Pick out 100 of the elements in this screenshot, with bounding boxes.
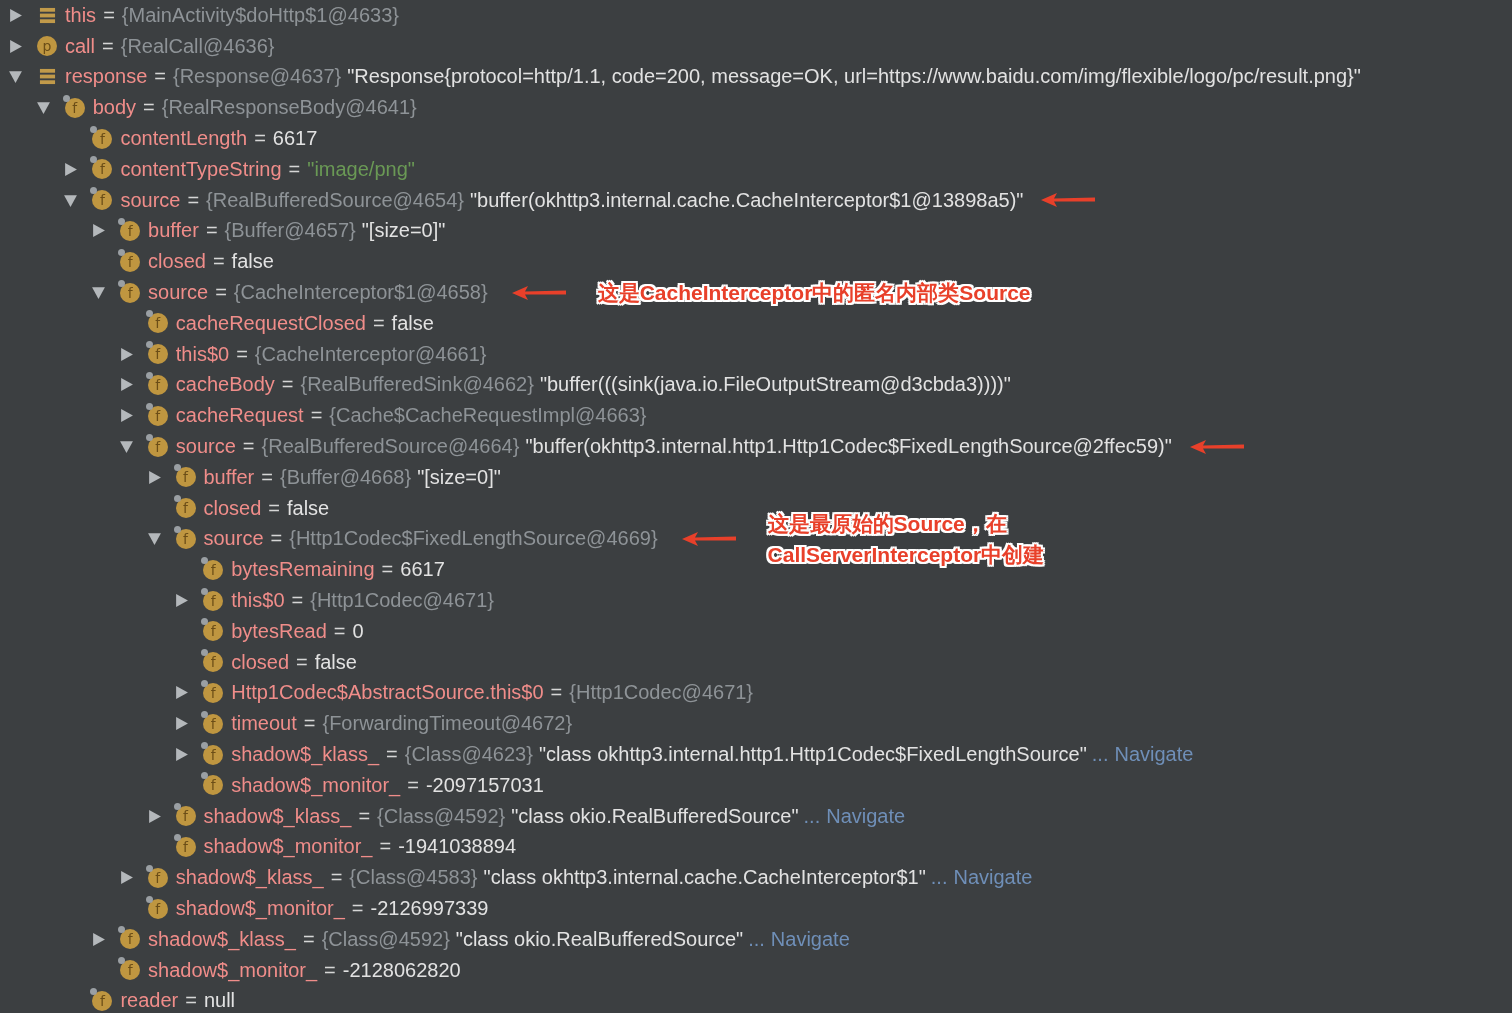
variable-name: this [65, 3, 97, 27]
field-icon: f [175, 528, 196, 549]
expand-toggle[interactable] [174, 593, 190, 609]
expand-toggle[interactable] [91, 223, 107, 239]
navigate-link[interactable]: Navigate [1114, 743, 1194, 766]
navigate-link[interactable]: Navigate [953, 866, 1033, 890]
object-type: {MainActivity$doHttp$1@4633} [121, 3, 399, 27]
ellipsis: ... [930, 866, 948, 890]
equals-sign: = [187, 188, 200, 212]
parameter-icon: p [37, 36, 57, 57]
expand-toggle[interactable] [118, 346, 134, 362]
expand-toggle[interactable] [91, 285, 107, 301]
variable-name: shadow$_monitor_ [175, 897, 345, 920]
expand-toggle[interactable] [118, 377, 134, 393]
equals-sign: = [333, 619, 346, 643]
variable-name: source [120, 188, 181, 212]
equals-sign: = [379, 835, 392, 859]
object-type: {Class@4592} [321, 927, 450, 951]
variable-value: false [391, 311, 434, 335]
equals-sign: = [185, 989, 197, 1013]
expand-toggle[interactable] [35, 100, 51, 116]
expand-toggle[interactable] [146, 469, 162, 485]
expand-toggle[interactable] [146, 531, 162, 547]
variable-value: "image/png" [307, 157, 415, 181]
field-icon: f [175, 806, 196, 827]
navigate-link[interactable]: Navigate [770, 927, 850, 951]
variable-value: "Response{protocol=http/1.1, code=200, message=OK, url=https://www.baidu.com/img/flexible/logo/pc/result.png}" [347, 65, 1361, 89]
expand-toggle[interactable] [174, 747, 190, 762]
variable-value: 0 [352, 619, 364, 643]
equals-sign: = [261, 465, 273, 489]
variable-value: null [203, 989, 236, 1013]
expand-toggle[interactable] [174, 685, 190, 701]
variable-name: contentTypeString [120, 157, 282, 181]
expand-toggle[interactable] [146, 808, 162, 824]
field-icon: f [203, 744, 224, 765]
variable-value: -2128062820 [342, 958, 461, 982]
equals-sign: = [381, 558, 394, 582]
variable-name: contentLength [120, 127, 248, 151]
variable-name: closed [203, 496, 262, 520]
field-icon: f [147, 313, 168, 334]
variable-value: -2126997339 [370, 897, 489, 920]
field-icon: f [203, 590, 224, 611]
equals-sign: = [215, 281, 227, 305]
equals-sign: = [103, 3, 115, 27]
object-type: {CacheInterceptor@4661} [254, 342, 487, 366]
equals-sign: = [386, 743, 398, 766]
object-type: {Http1Codec@4671} [569, 681, 754, 705]
object-type: {CacheInterceptor$1@4658} [233, 281, 488, 305]
field-icon: f [203, 713, 224, 734]
variable-name: shadow$_klass_ [203, 804, 352, 828]
navigate-link[interactable]: Navigate [826, 804, 906, 828]
equals-sign: = [372, 311, 385, 335]
equals-sign: = [288, 157, 301, 181]
equals-sign: = [236, 342, 248, 366]
variable-value: "class okhttp3.internal.cache.CacheInterceptor$1" [483, 866, 926, 890]
variable-name: shadow$_monitor_ [231, 773, 401, 797]
variable-name: buffer [203, 465, 255, 489]
equals-sign: = [205, 219, 218, 243]
equals-sign: = [310, 404, 323, 428]
equals-sign: = [330, 866, 343, 890]
variable-value: -1941038894 [398, 835, 517, 859]
object-type: {Http1Codec$FixedLengthSource@4669} [289, 527, 658, 551]
equals-sign: = [281, 373, 294, 397]
variable-name: source [203, 527, 264, 551]
variable-name: closed [231, 650, 289, 674]
variable-value: 6617 [272, 127, 318, 151]
field-icon: f [203, 652, 224, 673]
expand-toggle[interactable] [8, 69, 23, 85]
expand-toggle[interactable] [8, 7, 23, 23]
field-icon: f [92, 159, 113, 180]
expand-toggle[interactable] [8, 38, 23, 54]
expand-toggle[interactable] [91, 931, 107, 947]
object-type: {Http1Codec@4671} [310, 589, 495, 613]
expand-toggle[interactable] [118, 870, 134, 886]
variable-name: source [148, 281, 209, 305]
object-type: {Cache$CacheRequestImpl@4663} [329, 404, 647, 428]
variable-value: false [231, 250, 274, 274]
variable-name: source [175, 435, 236, 459]
variable-name: buffer [148, 219, 199, 243]
annotation-note: 这是CacheInterceptor中的匿名内部类Source [597, 280, 1031, 307]
expand-toggle[interactable] [63, 161, 79, 177]
ellipsis: ... [1091, 743, 1109, 766]
equals-sign: = [302, 927, 315, 951]
equals-sign: = [102, 34, 114, 58]
equals-sign: = [351, 897, 364, 920]
equals-sign: = [291, 589, 304, 613]
variable-name: body [92, 96, 137, 120]
object-type: {Class@4592} [377, 804, 506, 828]
object-type: {Buffer@4657} [224, 219, 356, 243]
expand-toggle[interactable] [118, 408, 134, 424]
field-icon: f [147, 344, 168, 365]
variable-name: this$0 [175, 342, 230, 366]
equals-sign: = [550, 681, 563, 705]
expand-toggle[interactable] [174, 716, 190, 732]
field-icon: f [147, 898, 168, 919]
field-icon: f [120, 251, 141, 272]
equals-sign: = [268, 496, 280, 520]
expand-toggle[interactable] [63, 192, 79, 208]
variable-name: cacheRequestClosed [175, 311, 366, 335]
expand-toggle[interactable] [118, 439, 134, 455]
